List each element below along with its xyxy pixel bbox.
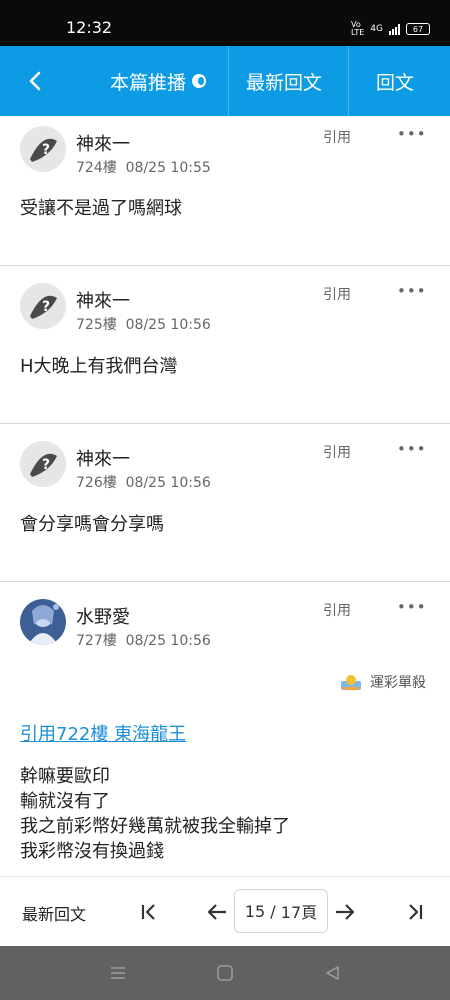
back-button[interactable]: [18, 64, 52, 98]
svg-text:?: ?: [42, 457, 50, 473]
svg-text:?: ?: [42, 299, 50, 315]
post-body: 受讓不是過了嗎網球: [20, 198, 182, 219]
post-time: 08/25 10:56: [125, 317, 211, 333]
status-bar: 12:32 Vo LTE 4G 67: [0, 0, 450, 46]
author-name[interactable]: 神來一: [76, 445, 130, 471]
prev-page-button[interactable]: [204, 899, 230, 925]
more-options-icon[interactable]: •••: [397, 598, 427, 616]
tab-broadcast-label: 本篇推播: [110, 71, 187, 94]
tab-reply-label: 回文: [376, 71, 415, 94]
default-avatar-icon: ?: [20, 283, 66, 329]
more-options-icon[interactable]: •••: [397, 282, 427, 300]
floor-number: 727樓: [76, 633, 117, 649]
tab-latest-label: 最新回文: [246, 71, 323, 94]
tab-broadcast[interactable]: 本篇推播: [110, 46, 207, 116]
nav-divider: [228, 46, 229, 116]
post-time: 08/25 10:56: [125, 475, 211, 491]
post-meta: 725樓 08/25 10:56: [76, 314, 211, 334]
quote-button[interactable]: 引用: [323, 127, 351, 147]
floor-number: 726樓: [76, 475, 117, 491]
avatar[interactable]: ?: [20, 126, 66, 172]
floor-number: 724樓: [76, 160, 117, 176]
author-name[interactable]: 神來一: [76, 287, 130, 313]
avatar[interactable]: [20, 599, 66, 645]
user-avatar-image: [20, 599, 66, 645]
author-name[interactable]: 神來一: [76, 130, 130, 156]
chevron-left-icon: [29, 71, 41, 91]
post-body: H大晚上有我們台灣: [20, 356, 178, 377]
home-button[interactable]: [213, 961, 237, 985]
system-nav-bar: [0, 946, 450, 1000]
post-meta: 726樓 08/25 10:56: [76, 472, 211, 492]
author-name[interactable]: 水野愛: [76, 603, 130, 629]
tab-reply[interactable]: 回文: [376, 46, 414, 116]
post-line: 我彩幣沒有換過錢: [20, 841, 164, 862]
lottery-badge[interactable]: 運彩單殺: [340, 672, 426, 692]
post-item: ? 神來一 724樓 08/25 10:55 引用 ••• 受讓不是過了嗎網球: [0, 116, 450, 266]
status-time: 12:32: [66, 18, 113, 37]
battery-icon: 67: [406, 23, 430, 35]
lottery-label: 運彩單殺: [370, 675, 426, 691]
menu-icon: [111, 967, 125, 979]
first-page-icon: [141, 904, 155, 920]
arrow-right-icon: [336, 904, 355, 920]
signal-icon: [389, 23, 400, 35]
arrow-left-icon: [207, 904, 226, 920]
default-avatar-icon: ?: [20, 126, 66, 172]
quote-button[interactable]: 引用: [323, 442, 351, 462]
volte-icon: Vo LTE: [351, 20, 365, 37]
page-separator: /: [265, 901, 281, 921]
post-meta: 727樓 08/25 10:56: [76, 630, 211, 650]
post-item: ? 神來一 725樓 08/25 10:56 引用 ••• H大晚上有我們台灣: [0, 266, 450, 424]
page-indicator[interactable]: 15 / 17頁: [234, 889, 328, 933]
post-meta: 724樓 08/25 10:55: [76, 157, 211, 177]
lottery-icon: [341, 675, 361, 690]
quote-button[interactable]: 引用: [323, 600, 351, 620]
post-time: 08/25 10:56: [125, 633, 211, 649]
last-page-icon: [409, 904, 423, 920]
next-page-button[interactable]: [332, 899, 358, 925]
floor-number: 725樓: [76, 317, 117, 333]
latest-replies-button[interactable]: 最新回文: [22, 901, 86, 925]
page-current: 15: [244, 901, 266, 921]
back-triangle-icon: [326, 966, 339, 980]
post-item: ? 神來一 726樓 08/25 10:56 引用 ••• 會分享嗎會分享嗎: [0, 424, 450, 582]
avatar[interactable]: ?: [20, 441, 66, 487]
nav-divider: [348, 46, 349, 116]
svg-text:?: ?: [42, 142, 50, 158]
system-back-button[interactable]: [320, 961, 344, 985]
avatar[interactable]: ?: [20, 283, 66, 329]
network-type: 4G: [370, 24, 383, 34]
page-total: 17頁: [280, 903, 318, 922]
quote-button[interactable]: 引用: [323, 284, 351, 304]
post-time: 08/25 10:55: [125, 160, 211, 176]
pagination-bar: 最新回文 15 / 17頁: [0, 876, 450, 946]
post-body: 幹嘛要歐印 輸就沒有了 我之前彩幣好幾萬就被我全輸掉了 我彩幣沒有換過錢: [20, 764, 290, 864]
post-line: 我之前彩幣好幾萬就被我全輸掉了: [20, 816, 290, 837]
post-line: 輸就沒有了: [20, 791, 110, 812]
first-page-button[interactable]: [136, 899, 162, 925]
broadcast-toggle-icon[interactable]: [192, 74, 207, 88]
more-options-icon[interactable]: •••: [397, 125, 427, 143]
status-icons: Vo LTE 4G 67: [351, 21, 430, 37]
home-square-icon: [217, 965, 233, 981]
post-line: 幹嘛要歐印: [20, 766, 110, 787]
tab-latest-replies[interactable]: 最新回文: [246, 46, 322, 116]
more-options-icon[interactable]: •••: [397, 440, 427, 458]
last-page-button[interactable]: [402, 899, 428, 925]
post-body: 會分享嗎會分享嗎: [20, 514, 164, 535]
recent-apps-button[interactable]: [106, 961, 130, 985]
quoted-post-link[interactable]: 引用722樓 東海龍王: [20, 720, 186, 746]
default-avatar-icon: ?: [20, 441, 66, 487]
top-nav-bar: 本篇推播 最新回文 回文: [0, 46, 450, 116]
